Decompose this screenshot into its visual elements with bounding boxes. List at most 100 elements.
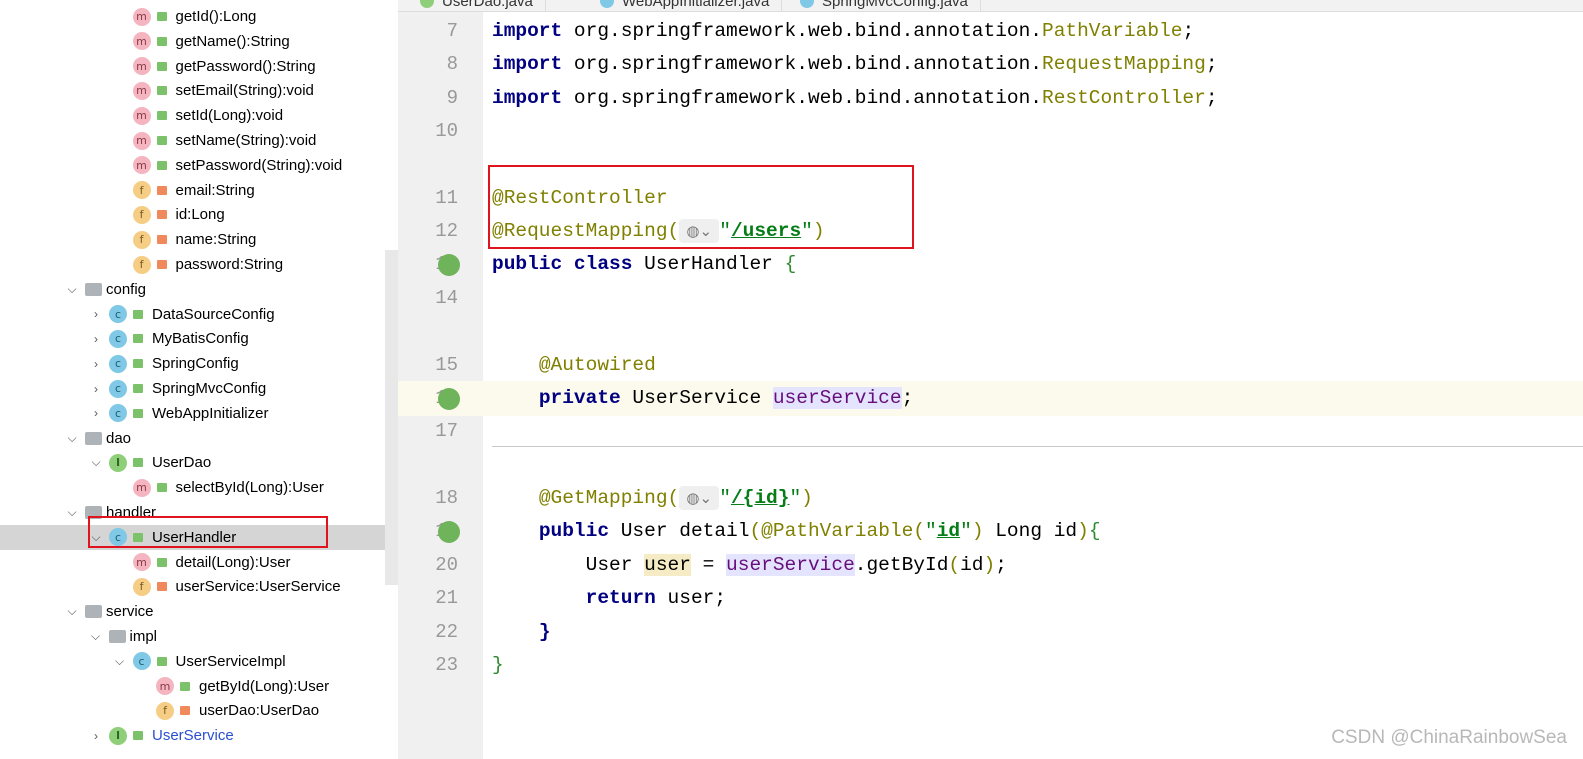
code-line: } <box>492 616 551 649</box>
chevron-down-icon[interactable]: ⌵ <box>87 455 105 470</box>
tree-item[interactable]: ⌵ service <box>0 599 398 624</box>
code-token: " <box>719 487 731 509</box>
tree-item[interactable]: ⌵ dao <box>0 426 398 451</box>
interface-icon: I <box>109 726 127 745</box>
field-icon: f <box>132 255 151 274</box>
chevron-right-icon[interactable]: › <box>87 406 105 420</box>
autowired-icon[interactable] <box>438 388 460 410</box>
tree-item-label: getById(Long):User <box>199 677 330 695</box>
class-icon: c <box>132 652 151 671</box>
class-icon <box>800 0 814 8</box>
web-endpoint-icon[interactable]: ◍⌄ <box>679 485 720 510</box>
code-line: @Autowired <box>492 349 656 382</box>
code-token: .getById <box>854 554 949 576</box>
line-number: 8 <box>446 53 458 75</box>
chevron-down-icon[interactable]: ⌵ <box>87 629 105 644</box>
tree-item[interactable]: m selectById(Long):User <box>0 475 398 500</box>
method-icon: m <box>132 156 151 175</box>
private-lock-icon <box>156 582 167 592</box>
bean-icon[interactable] <box>438 254 460 276</box>
tree-item[interactable]: ⌵ I UserDao <box>0 450 398 475</box>
private-lock-icon <box>180 706 190 716</box>
method-icon: m <box>132 57 151 76</box>
public-icon <box>133 384 143 393</box>
tree-item-label: getPassword():String <box>175 57 316 75</box>
tree-item[interactable]: f userService:UserService <box>0 574 398 599</box>
code-token: " <box>789 487 802 509</box>
tree-item[interactable]: ⌵ impl <box>0 624 398 649</box>
public-icon <box>180 681 190 691</box>
tree-item-label: getName():String <box>175 32 290 50</box>
class-icon: c <box>109 404 127 423</box>
tree-item[interactable]: m setEmail(String):void <box>0 78 398 103</box>
interface-icon <box>420 0 434 8</box>
method-icon: m <box>156 677 174 696</box>
public-icon <box>156 61 167 71</box>
public-icon <box>156 136 167 145</box>
tree-item[interactable]: m setName(String):void <box>0 128 398 153</box>
tree-item[interactable]: › I UserService <box>0 723 398 748</box>
tree-item[interactable]: m getId():Long <box>0 4 398 29</box>
chevron-right-icon[interactable]: › <box>87 729 105 743</box>
chevron-down-icon[interactable]: ⌵ <box>63 505 81 520</box>
tree-item[interactable]: f password:String <box>0 252 398 277</box>
code-token: = <box>690 554 727 576</box>
code-token: ; <box>901 387 914 409</box>
tree-item[interactable]: ⌵ config <box>0 277 398 302</box>
code-token: { <box>1088 520 1101 542</box>
tree-scrollbar[interactable] <box>385 250 398 585</box>
editor-tab[interactable]: WebAppInitializer.java <box>588 0 783 11</box>
chevron-down-icon[interactable]: ⌵ <box>63 431 81 446</box>
tree-item[interactable]: m setPassword(String):void <box>0 153 398 178</box>
tree-item-label: getId():Long <box>175 8 257 25</box>
code-token: org.springframework.web.bind.annotation. <box>573 87 1042 109</box>
editor-tab[interactable]: UserDao.java <box>408 0 546 11</box>
tree-item[interactable]: m detail(Long):User <box>0 550 398 575</box>
tree-item-label: setId(Long):void <box>175 107 284 125</box>
chevron-down-icon[interactable]: ⌵ <box>111 654 129 669</box>
tree-item[interactable]: m getById(Long):User <box>0 674 398 699</box>
tree-item[interactable]: › c WebAppInitializer <box>0 401 398 426</box>
class-icon: c <box>109 379 127 398</box>
tree-item[interactable]: m getPassword():String <box>0 54 398 79</box>
folder-icon <box>85 605 102 619</box>
tree-item[interactable]: › c SpringMvcConfig <box>0 376 398 401</box>
tree-item[interactable]: f email:String <box>0 178 398 203</box>
editor-tabs: UserDao.java WebAppInitializer.java Spring… <box>398 0 1583 12</box>
code-token: (@PathVariable( <box>749 520 925 542</box>
tree-item[interactable]: m setId(Long):void <box>0 103 398 128</box>
code-token: org.springframework.web.bind.annotation. <box>573 20 1042 42</box>
chevron-right-icon[interactable]: › <box>87 357 105 371</box>
chevron-right-icon[interactable]: › <box>87 307 105 321</box>
highlight-box-annotations <box>488 165 914 249</box>
method-icon: m <box>132 81 151 100</box>
public-icon <box>133 408 143 418</box>
line-number: 7 <box>446 20 458 42</box>
tree-item-label: DataSourceConfig <box>152 305 275 323</box>
tree-item[interactable]: › c MyBatisConfig <box>0 326 398 351</box>
editor-tab[interactable]: SpringMvcConfig.java <box>788 0 981 11</box>
tree-item[interactable]: › c SpringConfig <box>0 351 398 376</box>
tree-item[interactable]: › c DataSourceConfig <box>0 302 398 327</box>
tree-item[interactable]: f name:String <box>0 227 398 252</box>
line-number: 22 <box>435 621 458 643</box>
chevron-right-icon[interactable]: › <box>87 382 105 396</box>
chevron-right-icon[interactable]: › <box>87 332 105 346</box>
tree-item[interactable]: m getName():String <box>0 29 398 54</box>
chevron-down-icon[interactable]: ⌵ <box>63 282 81 297</box>
code-token: public class <box>492 253 633 275</box>
folder-icon <box>85 431 102 445</box>
tree-item[interactable]: ⌵ c UserServiceImpl <box>0 649 398 674</box>
private-lock-icon <box>156 260 167 269</box>
tree-item[interactable]: f userDao:UserDao <box>0 698 398 723</box>
tree-item-label: selectById(Long):User <box>175 479 324 497</box>
endpoint-icon[interactable] <box>438 521 460 543</box>
method-icon: m <box>132 478 151 497</box>
chevron-down-icon[interactable]: ⌵ <box>63 604 81 619</box>
tree-item[interactable]: f id:Long <box>0 202 398 227</box>
code-line: public class UserHandler { <box>492 248 796 281</box>
line-number: 17 <box>435 420 458 442</box>
